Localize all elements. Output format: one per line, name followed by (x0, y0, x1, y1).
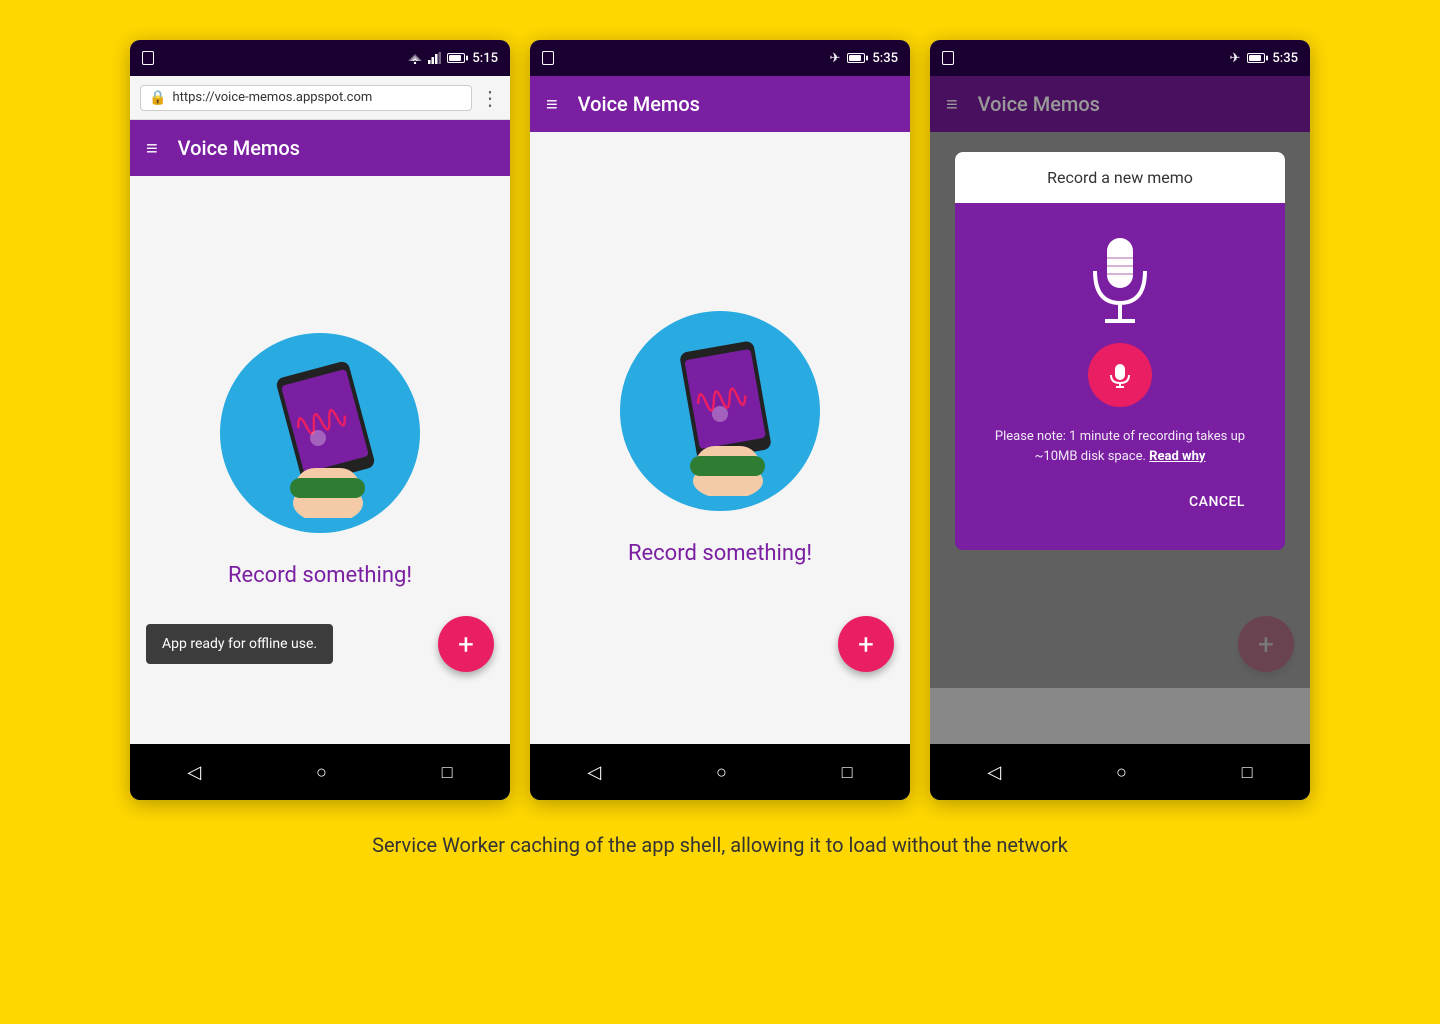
hamburger-menu-1[interactable]: ≡ (146, 136, 158, 161)
mic-icon-large (1080, 233, 1160, 343)
back-button-1[interactable]: ◁ (167, 754, 221, 791)
dialog-card: Record a new memo (955, 152, 1285, 550)
snackbar-text: App ready for offline use. (162, 636, 317, 652)
dialog-body: Please note: 1 minute of recording takes… (955, 203, 1285, 550)
url-input[interactable]: 🔒 https://voice-memos.appspot.com (140, 85, 472, 111)
sim-icon-2 (542, 51, 554, 65)
record-mic-icon (1106, 361, 1134, 389)
dialog-cancel-area: CANCEL (975, 482, 1265, 530)
dialog-overlay: Record a new memo (930, 132, 1310, 688)
record-something-1: Record something! (228, 563, 412, 588)
battery-icon (447, 53, 465, 63)
nav-bar-1: ◁ ○ □ (130, 744, 510, 800)
hamburger-menu-2[interactable]: ≡ (546, 92, 558, 117)
recents-button-1[interactable]: □ (422, 754, 473, 791)
phone-content-3: Record a new memo (930, 132, 1310, 744)
app-toolbar-1: ≡ Voice Memos (130, 120, 510, 176)
phone-hand-svg-1 (240, 348, 400, 518)
back-button-3[interactable]: ◁ (967, 754, 1021, 791)
app-title-2: Voice Memos (578, 92, 700, 116)
nav-bar-2: ◁ ○ □ (530, 744, 910, 800)
fab-button-1[interactable]: + (438, 616, 494, 672)
cancel-button[interactable]: CANCEL (1177, 486, 1257, 518)
back-button-2[interactable]: ◁ (567, 754, 621, 791)
fab-button-2[interactable]: + (838, 616, 894, 672)
app-title-1: Voice Memos (178, 136, 300, 160)
signal-icon (428, 52, 442, 64)
status-time-1: 5:15 (472, 51, 498, 66)
app-title-3: Voice Memos (978, 92, 1100, 116)
url-bar: 🔒 https://voice-memos.appspot.com ⋮ (130, 76, 510, 120)
app-toolbar-3: ≡ Voice Memos (930, 76, 1310, 132)
app-toolbar-2: ≡ Voice Memos (530, 76, 910, 132)
airplane-icon-2: ✈ (830, 51, 841, 66)
recents-button-2[interactable]: □ (822, 754, 873, 791)
sim-icon (142, 51, 154, 65)
hero-illustration-1 (220, 333, 420, 533)
hamburger-menu-3: ≡ (946, 92, 958, 117)
battery-icon-3 (1247, 53, 1265, 63)
status-time-3: 5:35 (1272, 51, 1298, 66)
nav-bar-3: ◁ ○ □ (930, 744, 1310, 800)
browser-menu-button[interactable]: ⋮ (480, 86, 500, 110)
phone-content-2: Record something! + (530, 132, 910, 744)
phone-content-1: Record something! App ready for offline … (130, 176, 510, 744)
phone-3: ✈ 5:35 ≡ Voice Memos Record a new memo (930, 40, 1310, 800)
phone-1: 5:15 🔒 https://voice-memos.appspot.com ⋮… (130, 40, 510, 800)
status-bar-2: ✈ 5:35 (530, 40, 910, 76)
phone-hand-svg-2 (640, 326, 800, 496)
lock-icon: 🔒 (149, 90, 166, 106)
status-bar-1: 5:15 (130, 40, 510, 76)
status-time-2: 5:35 (872, 51, 898, 66)
snackbar-1: App ready for offline use. (146, 624, 333, 664)
home-button-1[interactable]: ○ (296, 754, 347, 791)
phones-container: 5:15 🔒 https://voice-memos.appspot.com ⋮… (130, 40, 1310, 800)
home-button-2[interactable]: ○ (696, 754, 747, 791)
record-button[interactable] (1088, 343, 1152, 407)
record-something-2: Record something! (628, 541, 812, 566)
recents-button-3[interactable]: □ (1222, 754, 1273, 791)
phone-2: ✈ 5:35 ≡ Voice Memos (530, 40, 910, 800)
dialog-title: Record a new memo (955, 152, 1285, 203)
dialog-note: Please note: 1 minute of recording takes… (975, 427, 1265, 466)
page-caption: Service Worker caching of the app shell,… (372, 830, 1068, 860)
read-why-link[interactable]: Read why (1149, 449, 1205, 464)
airplane-icon-3: ✈ (1230, 51, 1241, 66)
status-bar-3: ✈ 5:35 (930, 40, 1310, 76)
battery-icon-2 (847, 53, 865, 63)
wifi-icon (407, 52, 423, 64)
home-button-3[interactable]: ○ (1096, 754, 1147, 791)
hero-illustration-2 (620, 311, 820, 511)
sim-icon-3 (942, 51, 954, 65)
url-text: https://voice-memos.appspot.com (172, 90, 372, 105)
